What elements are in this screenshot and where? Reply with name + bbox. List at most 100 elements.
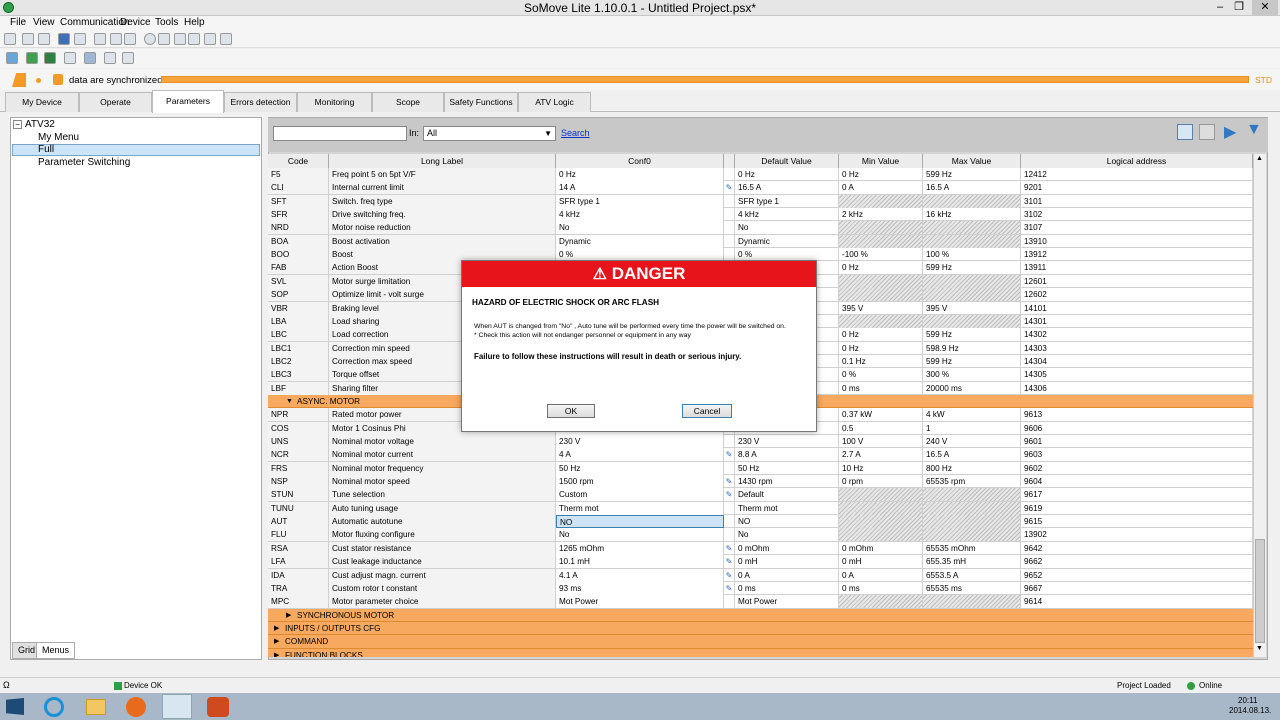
tab-monitoring[interactable]: Monitoring [297,92,372,112]
table-row[interactable]: NRD Motor noise reduction No No 3107 [268,221,1253,235]
somove-taskbar-icon[interactable] [162,694,192,719]
tool-icon[interactable] [188,33,200,45]
expand-right-icon[interactable]: ▶ [286,609,291,622]
cell-conf[interactable]: SFR type 1 [556,194,724,208]
tab-parameters[interactable]: Parameters [152,90,224,113]
explorer-icon[interactable] [86,699,106,715]
col-header-long-label[interactable]: Long Label [329,154,556,168]
cell-conf[interactable]: Dynamic [556,234,724,248]
table-row[interactable]: RSA Cust stator resistance 1265 mOhm 0 mOhm… [268,541,1253,556]
cell-conf[interactable]: Therm mot [556,501,724,515]
cell-conf[interactable]: 4 kHz [556,208,724,222]
table-row[interactable]: NSP Nominal motor speed 1500 rpm 1430 rpm 0 … [268,475,1253,489]
device-icon[interactable] [44,52,56,64]
menu-tools[interactable]: Tools [155,17,178,28]
start-icon[interactable] [6,698,24,715]
col-header-min-value[interactable]: Min Value [839,154,923,168]
tree-item-full[interactable]: Full [38,144,54,155]
ok-button[interactable]: OK [547,404,595,418]
group-row[interactable]: ▶ SYNCHRONOUS MOTOR [268,608,1253,622]
col-header-logical-address[interactable]: Logical address [1021,154,1253,168]
menu-help[interactable]: Help [184,17,205,28]
ie-icon[interactable] [44,697,64,717]
compare-icon[interactable] [122,52,134,64]
expand-right-icon[interactable]: ▶ [274,649,279,657]
tab-scope[interactable]: Scope [372,92,444,112]
home-icon[interactable] [4,33,16,45]
settings-icon[interactable] [158,33,170,45]
tree-item-my-menu[interactable]: My Menu [38,132,79,143]
search-link[interactable]: Search [561,128,590,138]
table-row[interactable]: FRS Nominal motor frequency 50 Hz 50 Hz 10 H… [268,461,1253,476]
cell-conf[interactable]: No [556,221,724,235]
new-icon[interactable] [22,33,34,45]
cell-conf[interactable]: 50 Hz [556,461,724,475]
save-as-icon[interactable] [74,33,86,45]
expand-down-icon[interactable]: ▼ [286,395,293,408]
scroll-thumb[interactable] [1255,539,1265,643]
list-view-icon[interactable] [1199,124,1215,140]
table-row[interactable]: NCR Nominal motor current 4 A 8.8 A 2.7 A 16.… [268,448,1253,462]
print-icon[interactable] [124,33,136,45]
app-taskbar-icon[interactable] [207,697,229,717]
network-icon[interactable] [174,33,186,45]
col-header-max-value[interactable]: Max Value [923,154,1021,168]
filter-icon[interactable]: ▼ [1246,121,1262,139]
cell-conf[interactable]: 1265 mOhm [556,541,724,555]
table-row[interactable]: F5 Freq point 5 on 5pt V/F 0 Hz 0 Hz 0 Hz 599… [268,168,1253,182]
scroll-up-icon[interactable]: ▲ [1256,155,1263,162]
table-row[interactable]: SFR Drive switching freq. 4 kHz 4 kHz 2 kHz 1… [268,208,1253,222]
cell-conf[interactable]: 230 V [556,435,724,448]
cell-conf[interactable]: 14 A [556,181,724,195]
menu-file[interactable]: File [10,17,26,28]
table-row[interactable]: STUN Tune selection Custom Default 9617 ✎ [268,488,1253,502]
cell-conf[interactable]: NO [556,515,724,529]
group-row[interactable]: ▶ FUNCTION BLOCKS [268,648,1253,657]
upload-icon[interactable] [84,52,96,64]
table-row[interactable]: LFA Cust leakage inductance 10.1 mH 0 mH 0 m… [268,555,1253,569]
report-icon[interactable] [110,33,122,45]
cell-conf[interactable]: 4 A [556,448,724,462]
maximize-button[interactable]: ❐ [1226,0,1252,15]
table-row[interactable]: SFT Switch. freq type SFR type 1 SFR type 1… [268,194,1253,209]
tab-my-device[interactable]: My Device [5,92,79,112]
table-row[interactable]: BOA Boost activation Dynamic Dynamic 13910 [268,234,1253,249]
tree-root-atv32[interactable]: ATV32 [25,119,55,130]
table-row[interactable]: TUNU Auto tuning usage Therm mot Therm mot 9… [268,501,1253,516]
save-icon[interactable] [58,33,70,45]
tree-item-parameter-switching[interactable]: Parameter Switching [38,157,130,168]
table-row[interactable]: AUT Automatic autotune NO NO 9615 [268,515,1253,529]
cell-conf[interactable]: 93 ms [556,581,724,595]
connect-icon[interactable] [6,52,18,64]
cancel-button[interactable]: Cancel [682,404,732,418]
cell-conf[interactable]: Custom [556,488,724,502]
tab-atv-logic[interactable]: ATV Logic [518,92,591,112]
col-header-default-value[interactable]: Default Value [735,154,839,168]
transfer-icon[interactable] [204,33,216,45]
table-row[interactable]: MPC Motor parameter choice Mot Power Mot Po… [268,595,1253,609]
tab-operate[interactable]: Operate [79,92,152,112]
col-header-code[interactable]: Code [268,154,329,168]
sync-icon[interactable] [26,52,38,64]
tree-collapse-icon[interactable]: − [13,120,22,129]
download-icon[interactable] [104,52,116,64]
grid-view-icon[interactable] [1177,124,1193,140]
col-header-conf0[interactable]: Conf0 [556,154,724,168]
cell-conf[interactable]: 10.1 mH [556,555,724,569]
cell-conf[interactable]: Mot Power [556,595,724,609]
info-icon[interactable] [144,33,156,45]
close-button[interactable]: ✕ [1252,0,1278,15]
tab-safety-functions[interactable]: Safety Functions [444,92,518,112]
table-row[interactable]: CLI Internal current limit 14 A 16.5 A0 A 16… [268,181,1253,195]
group-row[interactable]: ▶ COMMAND [268,635,1253,649]
cell-conf[interactable]: 4.1 A [556,568,724,582]
table-row[interactable]: TRA Custom rotor t constant 93 ms 0 ms 0 ms 6… [268,581,1253,596]
expand-icon[interactable]: ▶ [1224,122,1236,142]
expand-right-icon[interactable]: ▶ [274,622,279,635]
tab-menus[interactable]: Menus [36,642,76,659]
disconnect-icon[interactable] [64,52,76,64]
config-icon[interactable] [220,33,232,45]
tab-errors-detection[interactable]: Errors detection [224,92,297,112]
cell-conf[interactable]: 1500 rpm [556,475,724,489]
menu-view[interactable]: View [33,17,55,28]
